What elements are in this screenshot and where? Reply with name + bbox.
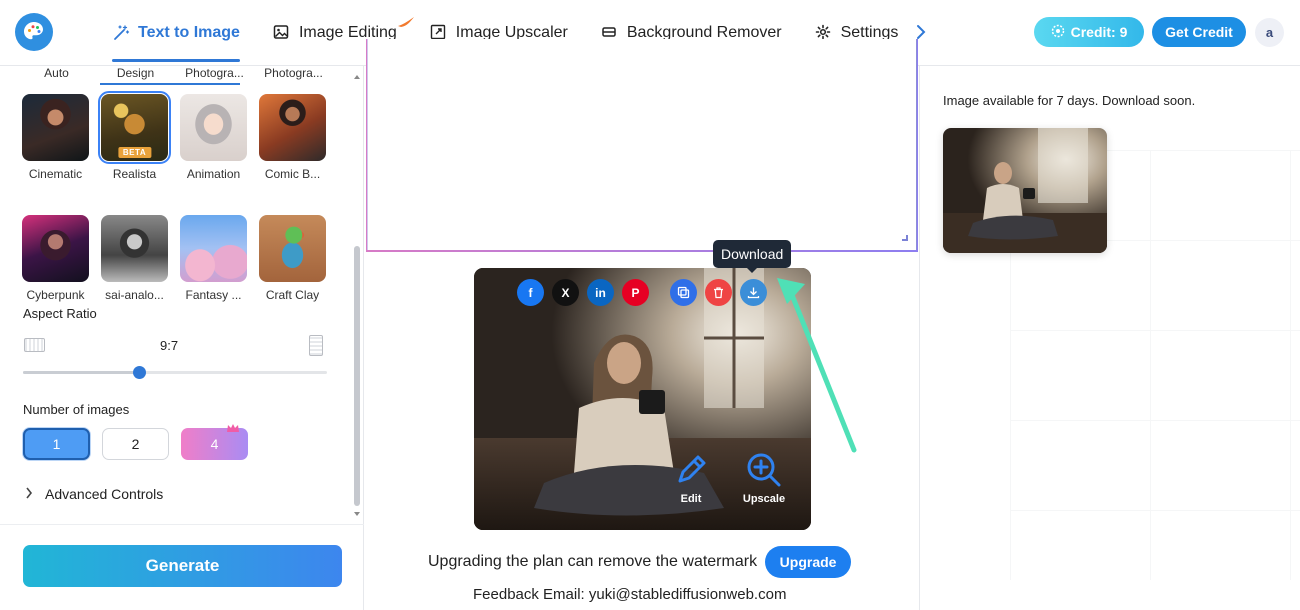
credit-label: Credit: 9 — [1070, 24, 1128, 40]
advanced-controls-toggle[interactable]: Advanced Controls — [25, 486, 163, 502]
slider-fill — [23, 371, 139, 374]
nav-text-to-image[interactable]: Text to Image — [112, 24, 240, 62]
style-card-craft-clay[interactable]: Craft Clay — [259, 215, 326, 302]
aspect-ratio-slider[interactable] — [23, 366, 327, 379]
style-category-tabs: Auto Design Photogra... Photogra... — [17, 66, 333, 80]
settings-panel: Auto Design Photogra... Photogra... Cine… — [0, 66, 364, 610]
generate-button[interactable]: Generate — [23, 545, 342, 587]
history-image — [943, 128, 1107, 253]
style-card-realista[interactable]: BETA Realista — [98, 91, 171, 181]
style-tab-auto[interactable]: Auto — [17, 66, 96, 80]
style-tab-design[interactable]: Design — [96, 66, 175, 80]
facebook-icon[interactable]: f — [517, 279, 544, 306]
divider — [919, 66, 920, 610]
image-icon — [273, 24, 291, 42]
style-name: Comic B... — [264, 167, 321, 181]
style-name: Realista — [112, 167, 157, 181]
style-name: Craft Clay — [265, 288, 320, 302]
style-name: Cyberpunk — [26, 288, 85, 302]
get-credit-button[interactable]: Get Credit — [1152, 17, 1246, 47]
chevron-right-icon — [25, 486, 33, 502]
landscape-ratio-icon[interactable] — [24, 338, 45, 352]
style-tab-underline — [100, 83, 240, 85]
style-name: sai-analo... — [105, 288, 164, 302]
magic-wand-icon — [112, 24, 130, 42]
palette-logo-icon[interactable] — [15, 13, 53, 51]
upgrade-text: Upgrading the plan can remove the waterm… — [428, 553, 758, 570]
style-card-fantasy[interactable]: Fantasy ... — [180, 215, 247, 302]
credit-coin-icon — [1051, 24, 1065, 41]
style-thumbnail — [101, 215, 168, 282]
share-buttons: f X in P — [517, 279, 649, 306]
style-card-comic-book[interactable]: Comic B... — [259, 94, 326, 181]
generated-image-card[interactable]: f X in P Edit Upscale — [474, 268, 811, 530]
style-thumbnail — [180, 215, 247, 282]
download-tooltip: Download — [713, 240, 792, 273]
resize-handle-icon[interactable] — [902, 235, 908, 241]
style-name: Fantasy ... — [185, 288, 242, 302]
hot-flame-icon — [397, 15, 415, 33]
style-card-animation[interactable]: Animation — [180, 94, 247, 181]
linkedin-icon[interactable]: in — [587, 279, 614, 306]
annotation-arrow-icon — [777, 278, 857, 453]
edit-label: Edit — [680, 493, 702, 505]
advanced-controls-label: Advanced Controls — [45, 486, 164, 502]
pencil-icon — [678, 455, 706, 483]
edit-tool[interactable]: Edit — [666, 450, 716, 505]
feedback-email[interactable]: Feedback Email: yuki@stablediffusionweb.… — [473, 586, 786, 603]
upscale-tool[interactable]: Upscale — [739, 450, 789, 505]
image-actions — [670, 279, 767, 306]
delete-icon[interactable] — [705, 279, 732, 306]
num-images-1-button[interactable]: 1 — [23, 428, 90, 460]
style-card-cyberpunk[interactable]: Cyberpunk — [22, 215, 89, 302]
style-thumbnail: BETA — [98, 91, 171, 164]
aspect-ratio-title: Aspect Ratio — [23, 306, 97, 321]
num-images-2-button[interactable]: 2 — [102, 428, 169, 460]
divider — [0, 524, 364, 525]
premium-crown-icon — [226, 420, 240, 432]
avatar[interactable]: a — [1255, 18, 1284, 47]
prompt-textarea[interactable] — [366, 39, 918, 252]
download-icon[interactable] — [740, 279, 767, 306]
style-thumbnail — [180, 94, 247, 161]
style-card-sai-analog[interactable]: sai-analo... — [101, 215, 168, 302]
slider-handle[interactable] — [132, 366, 146, 379]
style-grid: Cinematic BETA Realista Animation Comic … — [22, 91, 326, 302]
portrait-ratio-icon[interactable] — [309, 335, 323, 356]
credit-badge[interactable]: Credit: 9 — [1034, 17, 1144, 47]
copy-icon[interactable] — [670, 279, 697, 306]
style-thumbnail — [22, 94, 89, 161]
scrollbar-thumb[interactable] — [354, 246, 360, 506]
style-tab-photography-2[interactable]: Photogra... — [254, 66, 333, 80]
nav-label: Text to Image — [138, 24, 240, 41]
pinterest-icon[interactable]: P — [622, 279, 649, 306]
availability-notice: Image available for 7 days. Download soo… — [943, 93, 1196, 108]
style-thumbnail — [259, 94, 326, 161]
style-thumbnail — [259, 215, 326, 282]
style-card-cinematic[interactable]: Cinematic — [22, 94, 89, 181]
style-tab-photography-1[interactable]: Photogra... — [175, 66, 254, 80]
aspect-ratio-value: 9:7 — [160, 338, 179, 353]
x-twitter-icon[interactable]: X — [552, 279, 579, 306]
upscale-label: Upscale — [742, 493, 786, 505]
history-image-thumbnail[interactable] — [943, 128, 1107, 253]
style-thumbnail — [22, 215, 89, 282]
beta-badge: BETA — [117, 147, 152, 158]
upgrade-button[interactable]: Upgrade — [765, 546, 852, 578]
style-name: Animation — [186, 167, 241, 181]
style-name: Cinematic — [28, 167, 83, 181]
number-of-images-title: Number of images — [23, 402, 130, 417]
upgrade-banner: Upgrading the plan can remove the waterm… — [428, 546, 852, 578]
